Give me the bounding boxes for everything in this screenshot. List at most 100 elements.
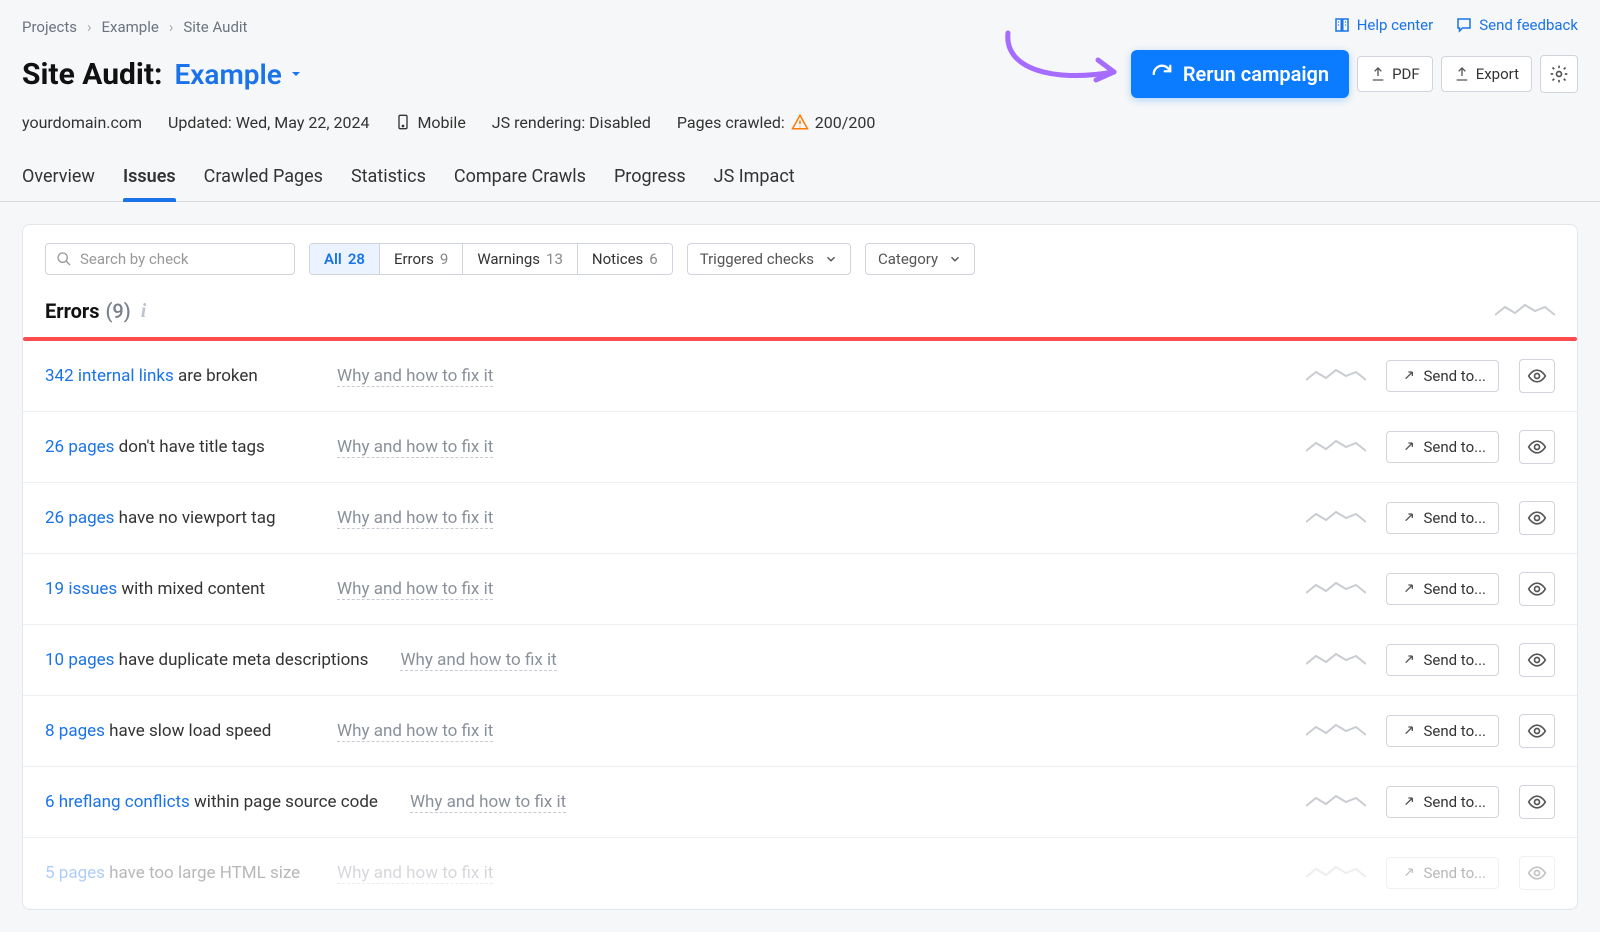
- why-link[interactable]: Why and how to fix it: [410, 792, 566, 813]
- issue-text: 8 pages have slow load speed: [45, 721, 305, 741]
- hide-button[interactable]: [1519, 430, 1555, 464]
- issue-rest: have too large HTML size: [105, 863, 300, 883]
- segment-errors[interactable]: Errors 9: [380, 244, 463, 274]
- issue-text: 26 pages don't have title tags: [45, 437, 305, 457]
- chevron-down-icon: [288, 66, 304, 82]
- issue-row: 5 pages have too large HTML size Why and …: [23, 838, 1577, 909]
- send-to-button[interactable]: Send to...: [1386, 360, 1499, 392]
- send-to-button[interactable]: Send to...: [1386, 573, 1499, 605]
- issue-link[interactable]: 8 pages: [45, 721, 105, 741]
- issue-link[interactable]: 19 issues: [45, 579, 117, 599]
- sparkline-icon: [1306, 792, 1366, 812]
- why-link[interactable]: Why and how to fix it: [337, 579, 493, 600]
- issue-rest: are broken: [174, 366, 258, 386]
- tab-compare-crawls[interactable]: Compare Crawls: [454, 158, 586, 201]
- eye-icon: [1527, 508, 1547, 528]
- share-icon: [1399, 723, 1415, 739]
- search-input[interactable]: [80, 250, 284, 268]
- warning-icon: [791, 113, 809, 131]
- issue-text: 342 internal links are broken: [45, 366, 305, 386]
- hide-button[interactable]: [1519, 572, 1555, 606]
- issue-link[interactable]: 26 pages: [45, 508, 114, 528]
- issue-link[interactable]: 10 pages: [45, 650, 114, 670]
- annotation-arrow: [996, 28, 1136, 108]
- send-feedback-link[interactable]: Send feedback: [1455, 16, 1578, 34]
- tab-progress[interactable]: Progress: [614, 158, 686, 201]
- project-name: Example: [174, 58, 281, 91]
- upload-icon: [1370, 66, 1386, 82]
- page-title: Site Audit:: [22, 57, 162, 92]
- help-center-label: Help center: [1357, 16, 1433, 34]
- eye-icon: [1527, 650, 1547, 670]
- tab-issues[interactable]: Issues: [123, 158, 176, 201]
- breadcrumb-item-example[interactable]: Example: [102, 18, 159, 36]
- issue-rest: have slow load speed: [105, 721, 271, 741]
- share-icon: [1399, 652, 1415, 668]
- sparkline-icon: [1306, 366, 1366, 386]
- triggered-checks-dropdown[interactable]: Triggered checks: [687, 243, 851, 275]
- send-to-button[interactable]: Send to...: [1386, 715, 1499, 747]
- issue-text: 6 hreflang conflicts within page source …: [45, 792, 378, 812]
- share-icon: [1399, 510, 1415, 526]
- hide-button[interactable]: [1519, 856, 1555, 890]
- hide-button[interactable]: [1519, 714, 1555, 748]
- meta-js: JS rendering: Disabled: [492, 113, 651, 132]
- tab-statistics[interactable]: Statistics: [351, 158, 426, 201]
- reload-icon: [1151, 63, 1173, 85]
- help-center-link[interactable]: Help center: [1333, 16, 1433, 34]
- issue-link[interactable]: 26 pages: [45, 437, 114, 457]
- tab-crawled-pages[interactable]: Crawled Pages: [204, 158, 323, 201]
- eye-icon: [1527, 792, 1547, 812]
- sparkline-icon: [1306, 721, 1366, 741]
- sparkline-icon: [1306, 579, 1366, 599]
- hide-button[interactable]: [1519, 643, 1555, 677]
- issue-link[interactable]: 5 pages: [45, 863, 105, 883]
- why-link[interactable]: Why and how to fix it: [337, 508, 493, 529]
- why-link[interactable]: Why and how to fix it: [337, 437, 493, 458]
- tab-js-impact[interactable]: JS Impact: [714, 158, 795, 201]
- hide-button[interactable]: [1519, 359, 1555, 393]
- send-to-button[interactable]: Send to...: [1386, 431, 1499, 463]
- send-to-button[interactable]: Send to...: [1386, 786, 1499, 818]
- export-button[interactable]: Export: [1441, 56, 1532, 92]
- breadcrumb-item-site-audit[interactable]: Site Audit: [183, 18, 247, 36]
- section-title-errors: Errors (9) i: [45, 299, 146, 323]
- issue-link[interactable]: 342 internal links: [45, 366, 174, 386]
- issue-row: 19 issues with mixed contentWhy and how …: [23, 554, 1577, 625]
- sparkline-icon: [1306, 508, 1366, 528]
- issue-row: 6 hreflang conflicts within page source …: [23, 767, 1577, 838]
- search-input-wrap[interactable]: [45, 243, 295, 275]
- send-to-button[interactable]: Send to...: [1386, 857, 1499, 889]
- why-link[interactable]: Why and how to fix it: [400, 650, 556, 671]
- segment-all[interactable]: All 28: [310, 244, 380, 274]
- issue-row: 8 pages have slow load speed Why and how …: [23, 696, 1577, 767]
- send-to-button[interactable]: Send to...: [1386, 644, 1499, 676]
- segment-warnings[interactable]: Warnings 13: [463, 244, 578, 274]
- why-link[interactable]: Why and how to fix it: [337, 721, 493, 742]
- hide-button[interactable]: [1519, 785, 1555, 819]
- project-selector[interactable]: Example: [174, 58, 303, 91]
- meta-updated: Updated: Wed, May 22, 2024: [168, 113, 369, 132]
- tab-overview[interactable]: Overview: [22, 158, 95, 201]
- rerun-campaign-button[interactable]: Rerun campaign: [1131, 50, 1349, 98]
- hide-button[interactable]: [1519, 501, 1555, 535]
- send-to-button[interactable]: Send to...: [1386, 502, 1499, 534]
- why-link[interactable]: Why and how to fix it: [337, 366, 493, 387]
- issue-link[interactable]: 6 hreflang conflicts: [45, 792, 190, 812]
- info-icon[interactable]: i: [141, 300, 147, 323]
- sparkline-icon: [1495, 301, 1555, 321]
- meta-domain: yourdomain.com: [22, 113, 142, 132]
- issue-row: 26 pages don't have title tags Why and ho…: [23, 412, 1577, 483]
- segment-notices[interactable]: Notices 6: [578, 244, 672, 274]
- chevron-down-icon: [948, 252, 962, 266]
- share-icon: [1399, 865, 1415, 881]
- pdf-button[interactable]: PDF: [1357, 56, 1433, 92]
- gear-icon: [1549, 64, 1569, 84]
- why-link[interactable]: Why and how to fix it: [337, 863, 493, 884]
- breadcrumb-item-projects[interactable]: Projects: [22, 18, 77, 36]
- meta-pages: Pages crawled: 200/200: [677, 113, 875, 132]
- settings-button[interactable]: [1540, 55, 1578, 93]
- chevron-right-icon: ›: [87, 18, 92, 36]
- category-dropdown[interactable]: Category: [865, 243, 975, 275]
- sparkline-icon: [1306, 863, 1366, 883]
